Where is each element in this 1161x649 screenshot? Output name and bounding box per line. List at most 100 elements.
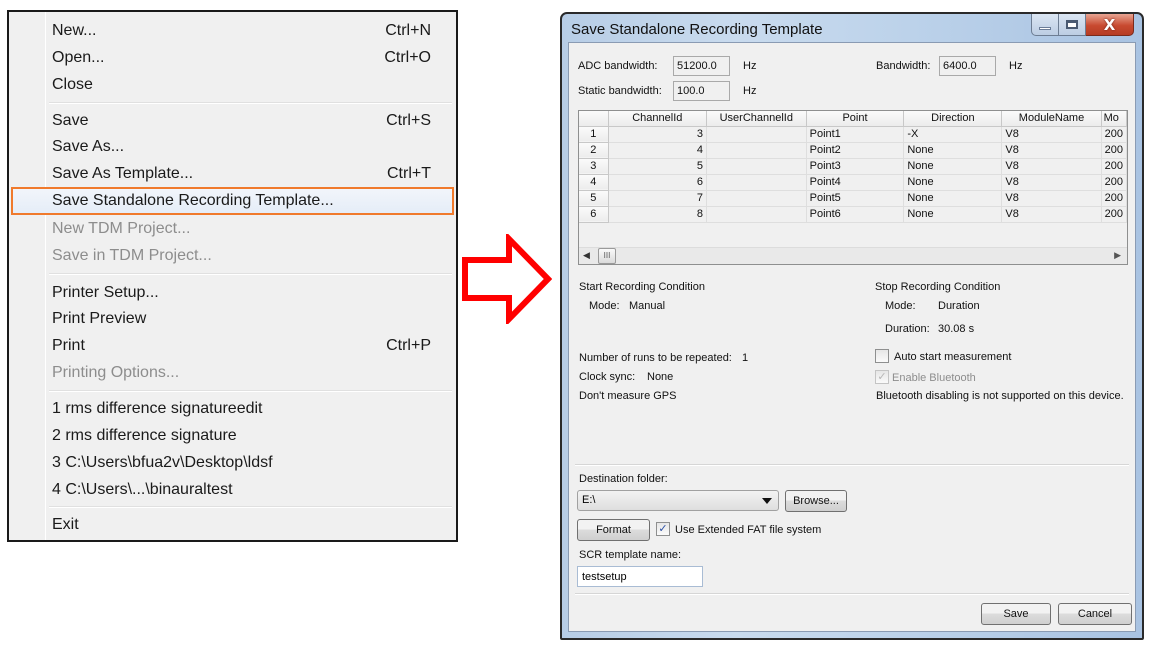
cell-channelid[interactable]: 8 xyxy=(608,206,708,223)
menu-item-recent-2[interactable]: 2 rms difference signature xyxy=(11,423,454,449)
menu-item-label: Print xyxy=(52,337,85,354)
bandwidth-field[interactable]: 6400.0 xyxy=(939,56,996,76)
table-row[interactable]: 2 4 Point2 None V8 200 xyxy=(579,142,1127,159)
cell-point[interactable]: Point6 xyxy=(806,206,905,223)
menu-item-recent-1[interactable]: 1 rms difference signatureedit xyxy=(11,396,454,422)
cell-modulename[interactable]: V8 xyxy=(1001,190,1102,207)
menu-item-exit[interactable]: Exit xyxy=(11,512,454,538)
cell-point[interactable]: Point5 xyxy=(806,190,905,207)
cell-mo[interactable]: 200 xyxy=(1101,126,1127,143)
cell-point[interactable]: Point4 xyxy=(806,174,905,191)
cell-direction[interactable]: -X xyxy=(903,126,1003,143)
channel-table[interactable]: ChannelId UserChannelId Point Direction … xyxy=(578,110,1128,265)
cell-mo[interactable]: 200 xyxy=(1101,190,1127,207)
cell-point[interactable]: Point1 xyxy=(806,126,905,143)
menu-item-recent-3[interactable]: 3 C:\Users\bfua2v\Desktop\ldsf xyxy=(11,450,454,476)
table-row[interactable]: 3 5 Point3 None V8 200 xyxy=(579,158,1127,175)
file-menu: New... Ctrl+N Open... Ctrl+O Close Save Ctr… xyxy=(7,10,458,542)
stop-mode-value: Duration xyxy=(938,300,980,312)
table-row[interactable]: 4 6 Point4 None V8 200 xyxy=(579,174,1127,191)
table-row[interactable]: 1 3 Point1 -X V8 200 xyxy=(579,126,1127,143)
cell-userchannelid[interactable] xyxy=(706,206,807,223)
column-header-mo[interactable]: Mo xyxy=(1101,111,1127,127)
cell-mo[interactable]: 200 xyxy=(1101,174,1127,191)
cell-point[interactable]: Point2 xyxy=(806,142,905,159)
table-row[interactable]: 5 7 Point5 None V8 200 xyxy=(579,190,1127,207)
cell-direction[interactable]: None xyxy=(903,142,1003,159)
menu-item-save[interactable]: Save Ctrl+S xyxy=(11,108,454,134)
auto-start-checkbox[interactable] xyxy=(875,349,889,363)
cell-direction[interactable]: None xyxy=(903,174,1003,191)
start-mode-label: Mode: xyxy=(589,300,620,312)
horizontal-scrollbar[interactable]: ◀ III ▶ xyxy=(579,247,1127,264)
menu-item-save-standalone-recording-template[interactable]: Save Standalone Recording Template... xyxy=(11,187,454,215)
menu-item-new[interactable]: New... Ctrl+N xyxy=(11,18,454,44)
adc-bandwidth-field[interactable]: 51200.0 xyxy=(673,56,730,76)
menu-item-save-as[interactable]: Save As... xyxy=(11,134,454,160)
column-header-channelid[interactable]: ChannelId xyxy=(608,111,708,127)
browse-button[interactable]: Browse... xyxy=(785,490,847,512)
cell-userchannelid[interactable] xyxy=(706,126,807,143)
menu-item-save-as-template[interactable]: Save As Template... Ctrl+T xyxy=(11,161,454,187)
format-button[interactable]: Format xyxy=(577,519,650,541)
menu-item-recent-4[interactable]: 4 C:\Users\...\binauraltest xyxy=(11,477,454,503)
column-header-point[interactable]: Point xyxy=(806,111,905,127)
scroll-thumb[interactable]: III xyxy=(598,248,616,264)
table-row[interactable]: 6 8 Point6 None V8 200 xyxy=(579,206,1127,223)
cell-mo[interactable]: 200 xyxy=(1101,206,1127,223)
menu-item-label: 1 rms difference signatureedit xyxy=(52,400,263,417)
cell-channelid[interactable]: 3 xyxy=(608,126,708,143)
row-number: 2 xyxy=(579,142,609,159)
menu-item-print-preview[interactable]: Print Preview xyxy=(11,306,454,332)
cell-channelid[interactable]: 4 xyxy=(608,142,708,159)
cell-modulename[interactable]: V8 xyxy=(1001,174,1102,191)
duration-value: 30.08 s xyxy=(938,323,975,335)
cell-modulename[interactable]: V8 xyxy=(1001,126,1102,143)
adc-bandwidth-label: ADC bandwidth: xyxy=(578,60,658,72)
save-button[interactable]: Save xyxy=(981,603,1051,625)
cell-direction[interactable]: None xyxy=(903,158,1003,175)
menu-item-label: Print Preview xyxy=(52,310,147,327)
cell-channelid[interactable]: 6 xyxy=(608,174,708,191)
cell-direction[interactable]: None xyxy=(903,206,1003,223)
column-header-modulename[interactable]: ModuleName xyxy=(1001,111,1102,127)
maximize-button[interactable] xyxy=(1059,14,1086,36)
extended-fat-checkbox[interactable]: ✓ xyxy=(656,522,670,536)
cell-channelid[interactable]: 5 xyxy=(608,158,708,175)
row-number: 4 xyxy=(579,174,609,191)
cell-direction[interactable]: None xyxy=(903,190,1003,207)
menu-item-close[interactable]: Close xyxy=(11,72,454,98)
menu-item-open[interactable]: Open... Ctrl+O xyxy=(11,45,454,71)
menu-item-printer-setup[interactable]: Printer Setup... xyxy=(11,280,454,306)
cell-mo[interactable]: 200 xyxy=(1101,142,1127,159)
scroll-left-arrow-icon[interactable]: ◀ xyxy=(583,250,590,261)
minimize-button[interactable] xyxy=(1031,14,1059,36)
cell-userchannelid[interactable] xyxy=(706,158,807,175)
close-button[interactable]: X xyxy=(1086,14,1134,36)
cell-userchannelid[interactable] xyxy=(706,142,807,159)
menu-item-label: New... xyxy=(52,22,97,39)
column-header-direction[interactable]: Direction xyxy=(903,111,1003,127)
title-bar[interactable]: Save Standalone Recording Template X xyxy=(562,14,1142,42)
scroll-right-arrow-icon[interactable]: ▶ xyxy=(1114,250,1121,261)
cell-channelid[interactable]: 7 xyxy=(608,190,708,207)
cell-modulename[interactable]: V8 xyxy=(1001,142,1102,159)
cell-userchannelid[interactable] xyxy=(706,174,807,191)
extended-fat-label[interactable]: Use Extended FAT file system xyxy=(675,524,821,536)
menu-item-print[interactable]: Print Ctrl+P xyxy=(11,333,454,359)
template-name-input[interactable]: testsetup xyxy=(577,566,703,587)
cell-modulename[interactable]: V8 xyxy=(1001,206,1102,223)
auto-start-label[interactable]: Auto start measurement xyxy=(894,351,1011,363)
column-header-userchannelid[interactable]: UserChannelId xyxy=(706,111,807,127)
window-controls: X xyxy=(1031,14,1134,36)
cancel-button[interactable]: Cancel xyxy=(1058,603,1132,625)
cell-modulename[interactable]: V8 xyxy=(1001,158,1102,175)
static-bandwidth-field[interactable]: 100.0 xyxy=(673,81,730,101)
destination-folder-dropdown[interactable]: E:\ xyxy=(577,490,779,511)
cell-mo[interactable]: 200 xyxy=(1101,158,1127,175)
adc-bandwidth-unit: Hz xyxy=(743,60,757,72)
template-name-label: SCR template name: xyxy=(579,549,682,561)
cell-point[interactable]: Point3 xyxy=(806,158,905,175)
cell-userchannelid[interactable] xyxy=(706,190,807,207)
maximize-icon xyxy=(1066,20,1078,29)
